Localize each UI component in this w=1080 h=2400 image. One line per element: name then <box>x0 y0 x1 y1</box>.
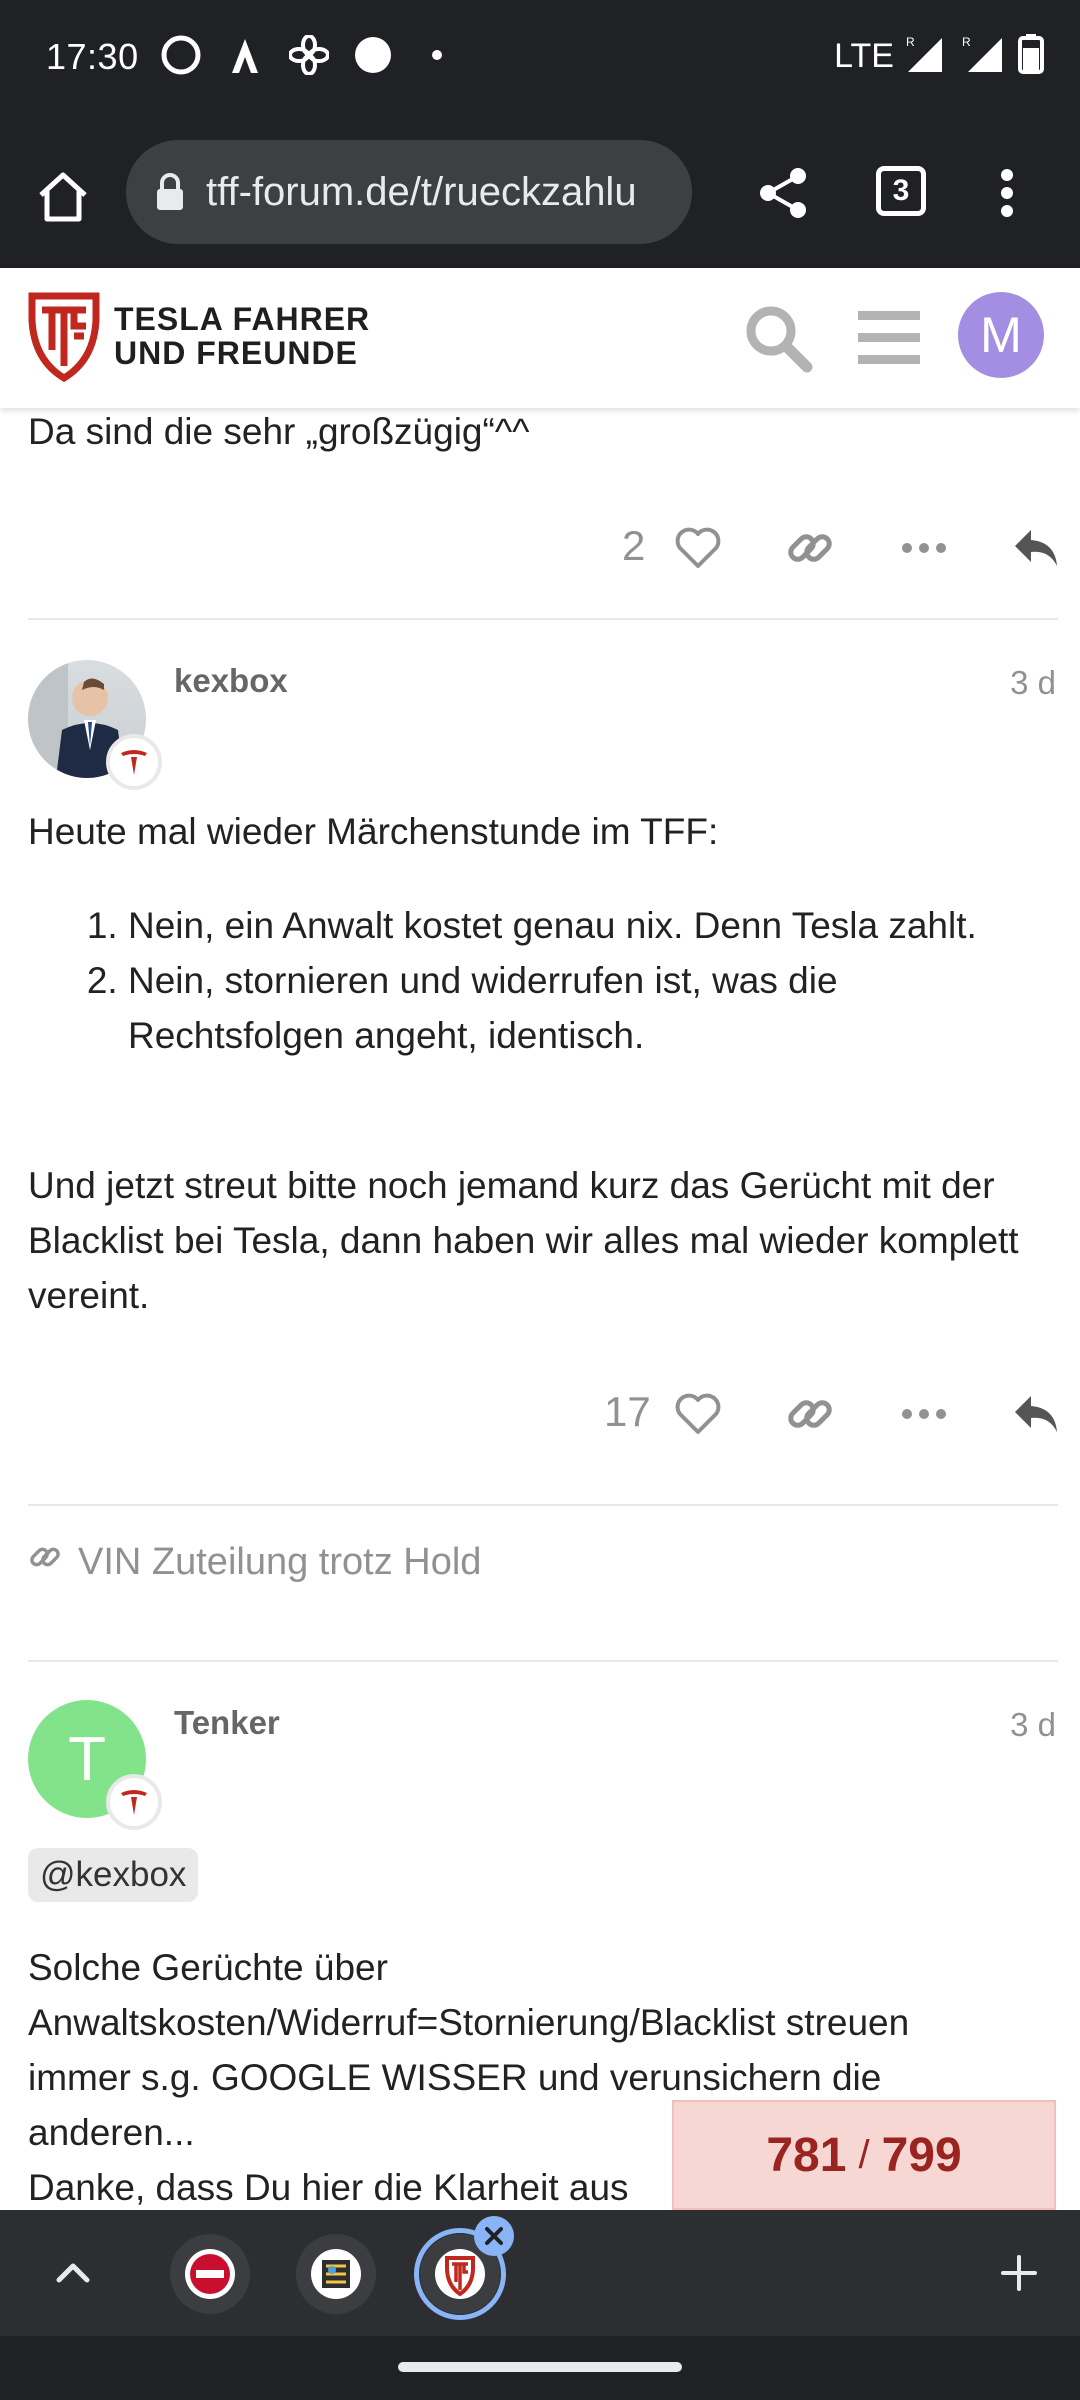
list-item: Nein, ein Anwalt kostet genau nix. Denn … <box>128 898 1016 953</box>
fan-icon <box>288 34 330 76</box>
circle-icon <box>352 34 394 76</box>
signal-icon: R <box>906 34 950 79</box>
home-gesture-pill[interactable] <box>398 2362 682 2372</box>
search-button[interactable] <box>740 300 816 376</box>
post-divider <box>28 1504 1058 1506</box>
plus-icon <box>1001 2255 1037 2291</box>
post-divider <box>28 618 1058 620</box>
more-horiz-icon[interactable] <box>896 1388 952 1440</box>
strava-icon <box>224 34 266 76</box>
more-horiz-icon[interactable] <box>896 522 952 574</box>
post-username[interactable]: kexbox <box>174 662 288 700</box>
user-avatar[interactable]: M <box>958 292 1044 378</box>
tab-switcher-button[interactable]: 3 <box>876 166 926 216</box>
site-header: TESLA FAHRER UND FREUNDE M <box>0 268 1080 408</box>
tesla-flair-icon <box>106 734 162 790</box>
tesla-flair-icon <box>106 1774 162 1830</box>
overflow-menu-button[interactable] <box>982 160 1032 226</box>
network-type: LTE <box>834 37 894 75</box>
like-count[interactable]: 2 <box>622 522 645 570</box>
post-outro: Und jetzt streut bitte noch jemand kurz … <box>28 1165 1019 1316</box>
progress-current: 781 <box>766 2128 847 2182</box>
reply-icon[interactable] <box>1008 1388 1064 1440</box>
tff-logo[interactable] <box>28 290 100 383</box>
mention-chip[interactable]: @kexbox <box>28 1848 199 1902</box>
post-intro: Heute mal wieder Märchenstunde im TFF: <box>28 811 719 852</box>
tab-strip-expand-button[interactable] <box>40 2240 106 2306</box>
linked-topic-title: VIN Zuteilung trotz Hold <box>78 1540 482 1583</box>
reply-icon[interactable] <box>1008 522 1064 574</box>
list-item: Nein, stornieren und widerrufen ist, was… <box>128 953 1016 1063</box>
home-icon <box>39 172 87 222</box>
site-name-line2: UND FREUNDE <box>114 335 358 371</box>
status-right: LTE R R <box>834 34 1044 79</box>
more-vert-icon <box>1001 169 1013 217</box>
post-actions: 2 <box>560 508 1080 588</box>
tff-favicon-icon <box>435 2249 485 2299</box>
post-actions: 17 <box>560 1374 1080 1454</box>
map-favicon-icon <box>311 2249 361 2299</box>
url-text: tff-forum.de/t/rueckzahlu <box>206 169 637 214</box>
close-icon <box>485 2227 503 2245</box>
share-icon <box>760 168 806 218</box>
site-name[interactable]: TESLA FAHRER UND FREUNDE <box>114 302 370 370</box>
tab-strip <box>0 2210 1080 2336</box>
progress-separator: / <box>858 2132 870 2177</box>
hamburger-menu-button[interactable] <box>856 302 922 372</box>
progress-total: 799 <box>881 2128 962 2182</box>
status-bar: 17:30 LTE R R <box>0 0 1080 120</box>
post-date[interactable]: 3 d <box>1010 664 1056 702</box>
svg-text:R: R <box>906 35 915 49</box>
close-tab-button[interactable] <box>474 2216 514 2256</box>
tab-favicon[interactable] <box>296 2234 376 2314</box>
post-username[interactable]: Tenker <box>174 1704 280 1742</box>
site-name-line1: TESLA FAHRER <box>114 301 371 337</box>
post-date[interactable]: 3 d <box>1010 1706 1056 1744</box>
post-body: Da sind die sehr „großzügig“^^ <box>28 411 530 452</box>
search-icon <box>746 306 813 373</box>
post-body-line: Solche Gerüchte über <box>28 1947 388 1988</box>
post-body-line: Anwaltskosten/Widerruf=Stornierung/Black… <box>28 2002 910 2043</box>
browser-toolbar: tff-forum.de/t/rueckzahlu 3 <box>0 120 1080 268</box>
notification-icons <box>160 34 458 76</box>
signal-icon: R <box>962 34 1006 79</box>
tab-favicon[interactable] <box>170 2234 250 2314</box>
lock-icon <box>150 170 190 214</box>
chevron-up-icon <box>56 2263 90 2283</box>
dot-icon <box>416 34 458 76</box>
address-bar[interactable]: tff-forum.de/t/rueckzahlu <box>126 140 692 244</box>
new-tab-button[interactable] <box>986 2240 1052 2306</box>
battery-icon <box>1018 34 1044 79</box>
home-button[interactable] <box>28 162 98 232</box>
share-button[interactable] <box>750 160 816 226</box>
sync-icon <box>160 34 202 76</box>
linked-topic[interactable]: VIN Zuteilung trotz Hold <box>28 1540 481 1584</box>
post-list: Nein, ein Anwalt kostet genau nix. Denn … <box>76 898 1016 1063</box>
copy-link-icon[interactable] <box>782 1388 838 1440</box>
hamburger-icon <box>858 311 920 364</box>
svg-text:R: R <box>962 35 971 49</box>
post-body-line: immer s.g. GOOGLE WISSER und verunsicher… <box>28 2057 882 2098</box>
heart-icon[interactable] <box>670 522 726 574</box>
system-nav-bar <box>0 2336 1080 2400</box>
topic-progress[interactable]: 781 / 799 <box>672 2100 1056 2210</box>
status-time: 17:30 <box>46 36 139 77</box>
post-divider <box>28 1660 1058 1662</box>
like-count[interactable]: 17 <box>604 1388 651 1436</box>
copy-link-icon[interactable] <box>782 522 838 574</box>
express-favicon-icon <box>185 2249 235 2299</box>
link-icon <box>28 1540 62 1584</box>
heart-icon[interactable] <box>670 1388 726 1440</box>
